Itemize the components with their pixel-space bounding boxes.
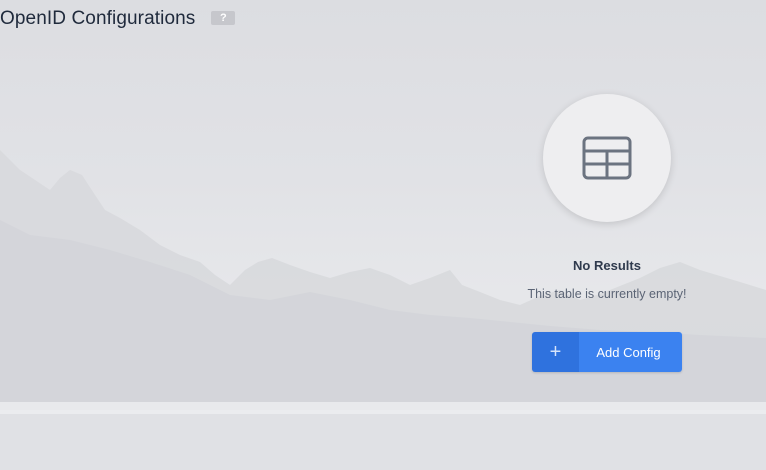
- add-config-label: Add Config: [579, 332, 682, 372]
- help-icon[interactable]: ?: [211, 11, 236, 25]
- empty-state: No Results This table is currently empty…: [507, 94, 707, 301]
- add-config-button[interactable]: + Add Config: [532, 332, 682, 372]
- page-header: OpenID Configurations ?: [0, 6, 236, 32]
- empty-state-message: This table is currently empty!: [527, 287, 687, 301]
- page-title: OpenID Configurations: [0, 8, 196, 29]
- table-icon: [582, 136, 632, 180]
- empty-state-title: No Results: [573, 258, 641, 273]
- plus-icon: +: [532, 332, 579, 372]
- empty-state-circle: [543, 94, 671, 222]
